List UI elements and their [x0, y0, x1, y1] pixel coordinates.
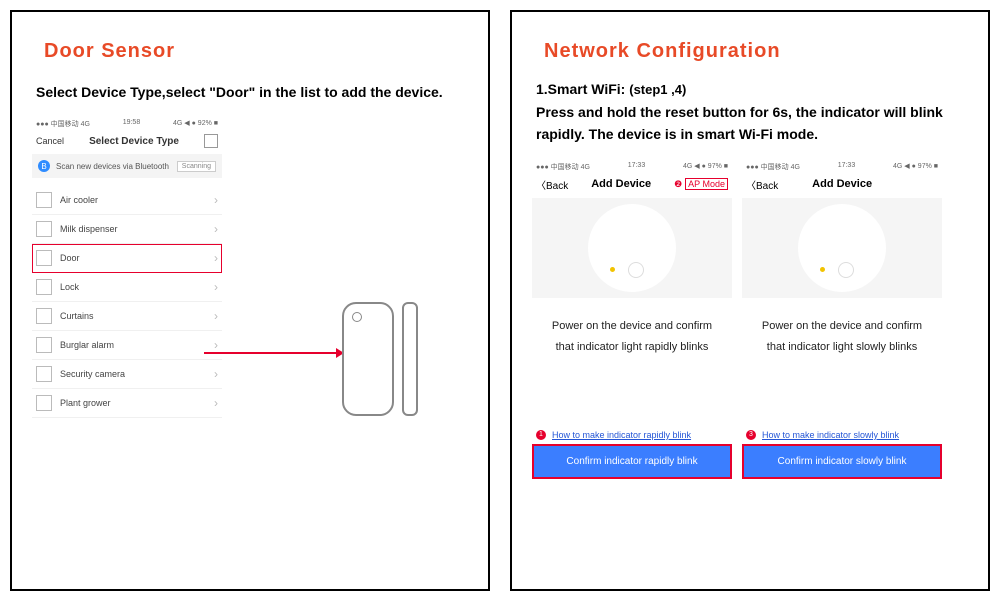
confirm-text: Power on the device and confirm that ind…	[742, 298, 942, 372]
mode-badge-icon: ❷	[674, 179, 682, 190]
list-item[interactable]: Security camera ›	[32, 360, 222, 389]
confirm-text: Power on the device and confirm that ind…	[532, 298, 732, 372]
status-time: 17:33	[838, 162, 856, 172]
help-row: 3 How to make indicator slowly blink	[742, 428, 942, 442]
nav-title: Add Device	[812, 178, 872, 190]
phones-row: ●●● 中国移动 4G 17:33 4G ◀ ● 97% ■ 〈Back Add…	[532, 160, 968, 477]
sensor-body-shape	[342, 302, 394, 416]
section-title: Network Configuration	[544, 40, 968, 63]
device-icon	[36, 366, 52, 382]
device-icon	[36, 192, 52, 208]
device-label: Air cooler	[60, 195, 98, 205]
nav-bar: 〈Back Add Device	[742, 174, 942, 198]
phone-mock-add-device-slow: ●●● 中国移动 4G 17:33 4G ◀ ● 97% ■ 〈Back Add…	[742, 160, 942, 477]
bluetooth-scan-text: Scan new devices via Bluetooth	[56, 162, 171, 172]
list-item[interactable]: Milk dispenser ›	[32, 215, 222, 244]
list-item[interactable]: Plant grower ›	[32, 389, 222, 418]
device-label: Milk dispenser	[60, 224, 118, 234]
section-title: Door Sensor	[44, 40, 468, 63]
help-link[interactable]: How to make indicator slowly blink	[762, 430, 899, 440]
confirm-line: that indicator light rapidly blinks	[538, 337, 726, 358]
confirm-line: Power on the device and confirm	[538, 316, 726, 337]
list-item[interactable]: Air cooler ›	[32, 186, 222, 215]
chevron-right-icon: ›	[214, 396, 218, 410]
step-dot-icon: 3	[746, 430, 756, 440]
status-bar: ●●● 中国移动 4G 19:58 4G ◀ ● 92% ■	[32, 117, 222, 131]
device-icon	[36, 279, 52, 295]
panel-network-config: Network Configuration 1.Smart WiFi: (ste…	[510, 10, 990, 591]
scanning-button[interactable]: Scanning	[177, 161, 216, 172]
confirm-slow-button[interactable]: Confirm indicator slowly blink	[744, 446, 940, 477]
indicator-illustration	[532, 198, 732, 298]
device-label: Security camera	[60, 369, 125, 379]
status-bar: ●●● 中国移动 4G 17:33 4G ◀ ● 97% ■	[532, 160, 732, 174]
device-disc-icon	[588, 204, 676, 292]
step-label: 1.Smart WiFi:	[536, 81, 625, 97]
status-battery: 4G ◀ ● 97% ■	[683, 162, 728, 172]
nav-title: Add Device	[591, 178, 651, 190]
chevron-right-icon: ›	[214, 280, 218, 294]
arrow-right-icon	[204, 352, 342, 354]
status-carrier: ●●● 中国移动 4G	[36, 119, 90, 129]
list-item-door[interactable]: Door ›	[32, 244, 222, 273]
back-button[interactable]: 〈Back	[746, 177, 778, 192]
nav-title: Select Device Type	[89, 136, 179, 147]
step-heading: 1.Smart WiFi: (step1 ,4)	[536, 81, 964, 97]
device-label: Lock	[60, 282, 79, 292]
status-battery: 4G ◀ ● 97% ■	[893, 162, 938, 172]
confirm-line: Power on the device and confirm	[748, 316, 936, 337]
device-label: Curtains	[60, 311, 94, 321]
chevron-right-icon: ›	[214, 251, 218, 265]
status-time: 17:33	[628, 162, 646, 172]
status-carrier: ●●● 中国移动 4G	[536, 162, 590, 172]
flex-spacer	[532, 372, 732, 428]
chevron-right-icon: ›	[214, 222, 218, 236]
chevron-right-icon: ›	[214, 338, 218, 352]
step-sub: (step1 ,4)	[629, 82, 686, 97]
bluetooth-icon: B	[38, 160, 50, 172]
device-icon	[36, 395, 52, 411]
chevron-right-icon: ›	[214, 193, 218, 207]
ap-mode-toggle[interactable]: ❷ AP Mode	[674, 178, 728, 190]
status-carrier: ●●● 中国移动 4G	[746, 162, 800, 172]
step-dot-icon: 1	[536, 430, 546, 440]
device-icon	[36, 221, 52, 237]
ap-mode-label: AP Mode	[685, 178, 728, 190]
panel-door-sensor: Door Sensor Select Device Type,select "D…	[10, 10, 490, 591]
list-item[interactable]: Lock ›	[32, 273, 222, 302]
status-battery: 4G ◀ ● 92% ■	[173, 119, 218, 129]
nav-bar: Cancel Select Device Type	[32, 131, 222, 154]
status-bar: ●●● 中国移动 4G 17:33 4G ◀ ● 97% ■	[742, 160, 942, 174]
list-item[interactable]: Curtains ›	[32, 302, 222, 331]
phone-mock-add-device-rapid: ●●● 中国移动 4G 17:33 4G ◀ ● 97% ■ 〈Back Add…	[532, 160, 732, 477]
indicator-illustration	[742, 198, 942, 298]
help-link[interactable]: How to make indicator rapidly blink	[552, 430, 691, 440]
device-label: Burglar alarm	[60, 340, 114, 350]
list-item[interactable]: Burglar alarm ›	[32, 331, 222, 360]
confirm-rapid-button[interactable]: Confirm indicator rapidly blink	[534, 446, 730, 477]
device-label: Plant grower	[60, 398, 111, 408]
phone-mock-select-device: ●●● 中国移动 4G 19:58 4G ◀ ● 92% ■ Cancel Se…	[32, 117, 222, 418]
back-button[interactable]: 〈Back	[536, 177, 568, 192]
device-icon	[36, 250, 52, 266]
device-icon	[36, 308, 52, 324]
door-sensor-illustration	[342, 302, 418, 416]
qr-scan-icon[interactable]	[204, 134, 218, 148]
bluetooth-scan-row: B Scan new devices via Bluetooth Scannin…	[32, 154, 222, 178]
cancel-button[interactable]: Cancel	[36, 136, 64, 146]
chevron-right-icon: ›	[214, 367, 218, 381]
help-row: 1 How to make indicator rapidly blink	[532, 428, 732, 442]
nav-bar: 〈Back Add Device ❷ AP Mode	[532, 174, 732, 198]
instruction-text: Select Device Type,select "Door" in the …	[36, 81, 464, 103]
device-icon	[36, 337, 52, 353]
confirm-line: that indicator light slowly blinks	[748, 337, 936, 358]
device-disc-icon	[798, 204, 886, 292]
sensor-magnet-shape	[402, 302, 418, 416]
chevron-right-icon: ›	[214, 309, 218, 323]
flex-spacer	[742, 372, 942, 428]
device-label: Door	[60, 253, 80, 263]
step-paragraph: Press and hold the reset button for 6s, …	[536, 101, 964, 146]
status-time: 19:58	[123, 119, 141, 129]
